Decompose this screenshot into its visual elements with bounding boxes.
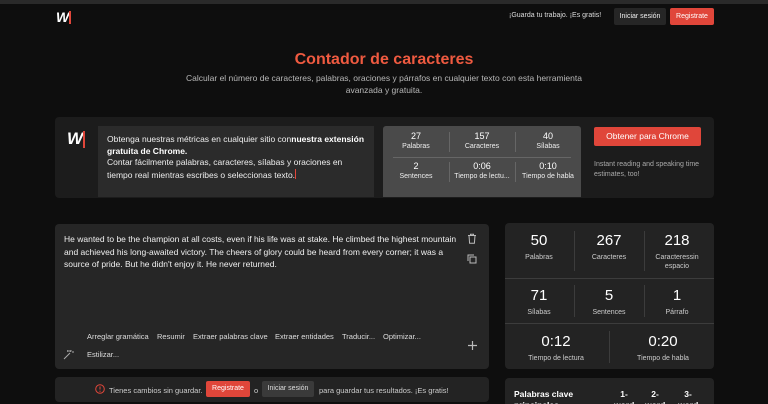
divider bbox=[393, 157, 571, 158]
mini-stat-speaking-time: 0:10 Tiempo de habla bbox=[515, 161, 581, 182]
divider bbox=[609, 331, 610, 363]
logo-letter: W bbox=[56, 9, 70, 25]
unsaved-message: Tienes cambios sin guardar. bbox=[109, 386, 203, 395]
chrome-note: Instant reading and speaking time estima… bbox=[594, 161, 700, 178]
mini-stat-label: Tiempo de lectu... bbox=[454, 173, 510, 180]
stat-value: 50 bbox=[530, 232, 548, 249]
mini-stat-label: Caracteres bbox=[464, 143, 500, 150]
action-optimize[interactable]: Optimizar... bbox=[383, 332, 421, 341]
tab-3-word[interactable]: 3-word bbox=[678, 389, 698, 404]
mini-stat-label: Palabras bbox=[402, 143, 430, 150]
stat-words: 50 Palabras bbox=[509, 232, 569, 262]
stat-label: Caracteres bbox=[591, 254, 627, 261]
tab-1-word[interactable]: 1-word bbox=[614, 389, 634, 404]
stats-panel: 50 Palabras 267 Caracteres 218 Caractere… bbox=[505, 223, 714, 369]
text-caret bbox=[295, 168, 297, 179]
unsaved-tail-text: para guardar tus resultados. ¡Es gratis! bbox=[319, 386, 449, 395]
get-chrome-extension-button[interactable]: Obtener para Chrome bbox=[594, 127, 701, 146]
mini-stat-label: Tiempo de habla bbox=[522, 173, 574, 180]
mini-stat-syllables: 40 Sílabas bbox=[515, 131, 581, 152]
stat-label: Sentences bbox=[592, 309, 626, 316]
action-extract-entities[interactable]: Extraer entidades bbox=[275, 332, 334, 341]
action-extract-keywords[interactable]: Extraer palabras clave bbox=[193, 332, 268, 341]
mini-stat-value: 157 bbox=[474, 131, 490, 141]
tab-2-word[interactable]: 2-word bbox=[645, 389, 665, 404]
page-title: Contador de caracteres bbox=[294, 51, 474, 68]
action-translate[interactable]: Traducir... bbox=[342, 332, 375, 341]
unsaved-or: o bbox=[254, 386, 259, 395]
stat-reading-time: 0:12 Tiempo de lectura bbox=[511, 333, 601, 363]
divider bbox=[574, 231, 575, 271]
stat-label: Tiempo de lectura bbox=[528, 355, 584, 362]
promo-text-part1: Obtenga nuestras métricas en cualquier s… bbox=[107, 134, 292, 144]
mini-stat-characters: 157 Caracteres bbox=[449, 131, 515, 152]
stat-label: Caracteressin espacio bbox=[655, 254, 699, 270]
divider bbox=[574, 285, 575, 317]
register-button[interactable]: Registrate bbox=[670, 8, 714, 25]
stat-sentences: 5 Sentences bbox=[578, 287, 640, 317]
warning-icon bbox=[95, 384, 105, 394]
logo-cursor-bar bbox=[69, 11, 71, 24]
stat-value: 5 bbox=[604, 287, 614, 304]
stat-characters-no-spaces: 218 Caracteressin espacio bbox=[649, 232, 705, 271]
divider bbox=[644, 285, 645, 317]
stat-value: 218 bbox=[664, 232, 690, 249]
stat-label: Párrafo bbox=[665, 309, 689, 316]
divider bbox=[449, 162, 450, 182]
mini-stat-label: Sentences bbox=[399, 173, 433, 180]
stat-paragraphs: 1 Párrafo bbox=[649, 287, 705, 317]
divider bbox=[644, 231, 645, 271]
divider bbox=[505, 278, 714, 279]
divider bbox=[515, 132, 516, 152]
mini-stat-sentences: 2 Sentences bbox=[383, 161, 449, 182]
stat-label: Tiempo de habla bbox=[637, 355, 689, 362]
editor-text-content[interactable]: He wanted to be the champion at all cost… bbox=[64, 233, 464, 271]
stat-syllables: 71 Sílabas bbox=[509, 287, 569, 317]
action-fix-grammar[interactable]: Arreglar gramática bbox=[87, 332, 149, 341]
action-summarize[interactable]: Resumir bbox=[157, 332, 185, 341]
mini-stat-value: 27 bbox=[410, 131, 421, 141]
divider bbox=[505, 323, 714, 324]
stat-value: 267 bbox=[596, 232, 622, 249]
plus-icon[interactable] bbox=[467, 340, 478, 351]
stat-label: Sílabas bbox=[527, 309, 551, 316]
keywords-title: Palabras clave principales bbox=[514, 389, 574, 404]
stat-label: Palabras bbox=[525, 254, 553, 261]
mini-stat-words: 27 Palabras bbox=[383, 131, 449, 152]
mini-stat-value: 0:06 bbox=[473, 161, 491, 171]
promo-logo-letter: W bbox=[67, 129, 84, 148]
page-subtitle: Calcular el número de caracteres, palabr… bbox=[186, 73, 582, 95]
magic-wand-icon[interactable] bbox=[63, 349, 74, 360]
header-save-note: ¡Guarda tu trabajo. ¡Es gratis! bbox=[509, 12, 602, 19]
copy-icon[interactable] bbox=[467, 254, 477, 264]
stat-speaking-time: 0:20 Tiempo de habla bbox=[618, 333, 708, 363]
mini-stat-label: Sílabas bbox=[536, 143, 560, 150]
mini-stat-value: 40 bbox=[542, 131, 553, 141]
mini-stat-value: 2 bbox=[413, 161, 419, 171]
unsaved-register-button[interactable]: Registrate bbox=[206, 381, 250, 397]
stat-value: 1 bbox=[672, 287, 682, 304]
promo-text-part2: Contar fácilmente palabras, caracteres, … bbox=[107, 157, 343, 180]
unsaved-login-button[interactable]: Iniciar sesión bbox=[262, 381, 314, 397]
logo[interactable]: W bbox=[56, 9, 72, 26]
stat-value: 0:20 bbox=[648, 333, 678, 350]
promo-text: Obtenga nuestras métricas en cualquier s… bbox=[98, 126, 374, 197]
action-stylize[interactable]: Estilizar... bbox=[87, 350, 119, 359]
mini-stat-reading-time: 0:06 Tiempo de lectu... bbox=[449, 161, 515, 182]
stat-value: 0:12 bbox=[541, 333, 571, 350]
mini-stat-value: 0:10 bbox=[539, 161, 557, 171]
trash-icon[interactable] bbox=[467, 233, 477, 244]
divider bbox=[449, 132, 450, 152]
promo-logo: W bbox=[67, 129, 87, 149]
promo-logo-cursor-bar bbox=[83, 131, 85, 148]
mini-stats-panel: 27 Palabras 157 Caracteres 40 Sílabas 2 … bbox=[383, 126, 581, 197]
divider bbox=[515, 162, 516, 182]
stat-value: 71 bbox=[530, 287, 548, 304]
login-button[interactable]: Iniciar sesión bbox=[614, 8, 666, 25]
stat-characters: 267 Caracteres bbox=[578, 232, 640, 262]
